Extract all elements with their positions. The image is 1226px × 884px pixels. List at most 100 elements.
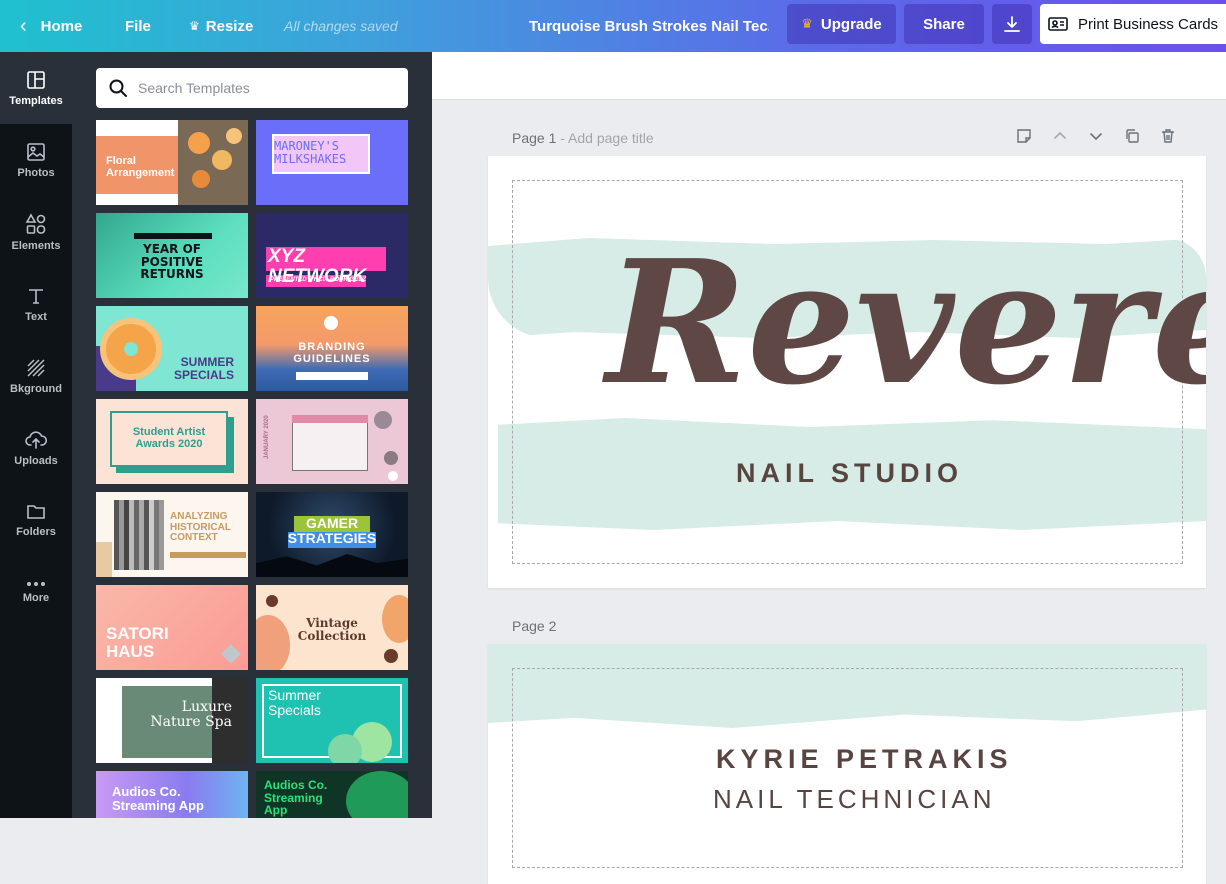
search-input[interactable] xyxy=(138,80,398,96)
note-icon[interactable] xyxy=(1016,128,1032,144)
page-2-label: Page 2 xyxy=(512,618,557,634)
template-thumbnail[interactable]: Audios Co. Streaming App xyxy=(96,771,248,818)
elements-icon xyxy=(25,212,46,234)
template-title-line: Floral xyxy=(106,155,136,167)
search-icon xyxy=(109,79,127,97)
side-rail: Templates Photos Elements Text Bkground … xyxy=(0,52,72,818)
uploads-icon xyxy=(25,430,47,449)
role-text[interactable]: NAIL TECHNICIAN xyxy=(713,784,996,815)
template-thumbnail[interactable]: SUMMER SPECIALS xyxy=(96,306,248,391)
template-title-line: SUMMER xyxy=(180,355,234,369)
template-title-line: SATORI xyxy=(106,624,169,643)
print-business-cards-button[interactable]: Print Business Cards xyxy=(1040,4,1226,44)
template-thumbnail[interactable]: MARONEY'S MILKSHAKES xyxy=(256,120,408,205)
move-up-icon[interactable] xyxy=(1052,128,1068,144)
share-button[interactable]: Share xyxy=(904,4,984,44)
add-page-title[interactable]: Add page title xyxy=(568,130,654,146)
upgrade-label: Upgrade xyxy=(820,15,882,33)
home-button[interactable]: ‹ Home xyxy=(20,0,82,52)
save-status: All changes saved xyxy=(284,18,398,34)
rail-label: Text xyxy=(25,310,47,323)
template-thumbnail[interactable]: Luxure Nature Spa xyxy=(96,678,248,763)
rail-item-uploads[interactable]: Uploads xyxy=(0,412,72,484)
chevron-left-icon: ‹ xyxy=(20,15,27,37)
rail-item-background[interactable]: Bkground xyxy=(0,340,72,412)
rail-item-more[interactable]: More xyxy=(0,556,72,628)
template-title-line: Audios Co. xyxy=(264,778,328,792)
rail-label: Folders xyxy=(16,525,56,538)
rail-item-elements[interactable]: Elements xyxy=(0,196,72,268)
templates-panel: Floral Arrangement MARONEY'S MILKSHAKES … xyxy=(72,52,432,818)
page-2-canvas[interactable]: KYRIE PETRAKIS NAIL TECHNICIAN xyxy=(488,644,1206,884)
home-label: Home xyxy=(40,17,83,35)
download-button[interactable] xyxy=(992,4,1032,44)
rail-item-templates[interactable]: Templates xyxy=(0,52,72,124)
template-title-line: GAMER xyxy=(305,515,359,531)
duplicate-page-icon[interactable] xyxy=(1124,128,1140,144)
rail-label: Uploads xyxy=(14,454,58,467)
crown-icon: ♛ xyxy=(801,16,813,31)
template-title-line: HAUS xyxy=(106,641,155,661)
download-icon xyxy=(1004,16,1020,32)
template-thumbnail[interactable]: Vintage Collection xyxy=(256,585,408,670)
logo-text[interactable]: Revere xyxy=(606,238,1206,408)
template-title-line: Streaming App xyxy=(112,797,204,813)
template-title-line: BRANDING xyxy=(298,341,366,353)
page-1-canvas[interactable]: Revere NAIL STUDIO xyxy=(488,156,1206,588)
name-text[interactable]: KYRIE PETRAKIS xyxy=(716,744,1013,775)
template-title-line: MARONEY'S xyxy=(274,139,340,153)
template-thumbnail[interactable]: YEAR OF POSITIVE RETURNS xyxy=(96,213,248,298)
template-title-line: JANUARY 2020 xyxy=(264,415,270,459)
resize-label: Resize xyxy=(205,17,254,35)
template-thumbnail[interactable]: BRANDING GUIDELINES xyxy=(256,306,408,391)
template-thumbnail[interactable]: ANALYZING HISTORICAL CONTEXT xyxy=(96,492,248,577)
template-thumbnail[interactable]: SATORI HAUS xyxy=(96,585,248,670)
template-title-line: GUIDELINES xyxy=(293,352,371,365)
template-title-line: Audios Co. xyxy=(112,784,181,799)
crown-icon: ♛ xyxy=(189,19,200,33)
page-1-label: Page 1 - Add page title xyxy=(512,130,654,146)
file-menu[interactable]: File xyxy=(125,0,151,52)
rail-label: Templates xyxy=(9,94,63,107)
template-title-line: Student Artist xyxy=(132,426,206,438)
move-down-icon[interactable] xyxy=(1088,128,1104,144)
template-thumbnail[interactable]: Student Artist Awards 2020 xyxy=(96,399,248,484)
upgrade-button[interactable]: ♛ Upgrade xyxy=(787,4,896,44)
template-title-line: App xyxy=(264,803,288,818)
rail-item-photos[interactable]: Photos xyxy=(0,124,72,196)
template-title-line: Luxure xyxy=(181,699,232,715)
rail-item-folders[interactable]: Folders xyxy=(0,484,72,556)
page-number: Page 1 xyxy=(512,130,557,146)
template-title-line: MILKSHAKES xyxy=(274,151,347,166)
template-title-line: Collection xyxy=(297,628,367,643)
template-title-line: Nature Spa xyxy=(150,713,232,730)
document-title[interactable]: Turquoise Brush Strokes Nail Tec... xyxy=(529,0,769,52)
nail-studio-text[interactable]: NAIL STUDIO xyxy=(736,458,963,489)
template-thumbnail[interactable]: Audios Co. Streaming App xyxy=(256,771,408,818)
template-thumbnail[interactable]: Floral Arrangement xyxy=(96,120,248,205)
resize-button[interactable]: ♛ Resize xyxy=(189,0,253,52)
rail-label: Photos xyxy=(17,166,55,179)
template-title-line: POSITIVE RETURNS xyxy=(140,254,204,282)
template-thumbnail[interactable]: GAMER STRATEGIES xyxy=(256,492,408,577)
template-thumbnail[interactable]: Summer Specials xyxy=(256,678,408,763)
more-icon xyxy=(27,581,45,586)
page-tools xyxy=(1016,128,1176,144)
template-thumbnail[interactable]: JANUARY 2020 xyxy=(256,399,408,484)
rail-label: Elements xyxy=(11,239,61,252)
top-bar: ‹ Home File ♛ Resize All changes saved T… xyxy=(0,0,1226,52)
template-title-line: Awards 2020 xyxy=(135,437,203,450)
print-label: Print Business Cards xyxy=(1078,15,1219,33)
template-thumbnail[interactable]: XYZ NETWORK PRESENTED BY CIA RODRIGUEZ xyxy=(256,213,408,298)
photos-icon xyxy=(27,142,45,161)
text-icon xyxy=(29,288,43,304)
rail-item-text[interactable]: Text xyxy=(0,268,72,340)
delete-page-icon[interactable] xyxy=(1160,128,1176,144)
template-title-line: Summer xyxy=(268,687,321,703)
template-title-line: Specials xyxy=(268,701,321,718)
template-title-line: CONTEXT xyxy=(170,532,218,543)
folders-icon xyxy=(27,504,45,519)
search-box[interactable] xyxy=(96,68,408,108)
templates-icon xyxy=(27,70,45,89)
background-icon xyxy=(27,358,45,377)
